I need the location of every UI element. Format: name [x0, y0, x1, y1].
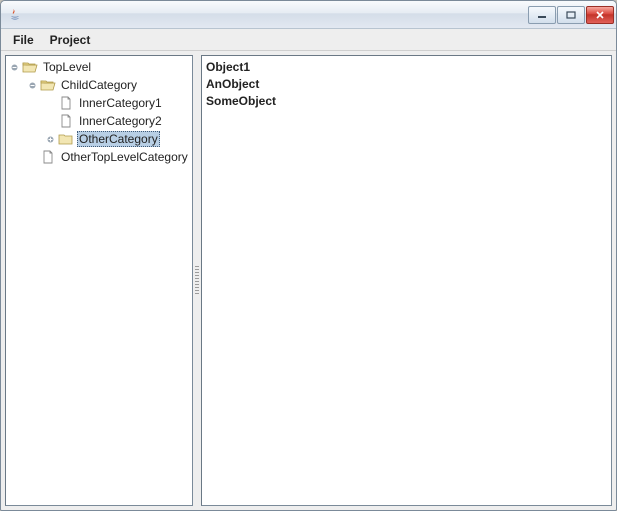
toggle-spacer: [44, 115, 56, 127]
tree-node[interactable]: ChildCategory: [8, 76, 190, 94]
tree-node-label[interactable]: OtherTopLevelCategory: [59, 149, 190, 165]
tree-node[interactable]: OtherCategory: [8, 130, 190, 148]
list-item[interactable]: SomeObject: [206, 92, 607, 109]
titlebar[interactable]: [1, 1, 616, 29]
tree-node[interactable]: InnerCategory1: [8, 94, 190, 112]
window-controls: [527, 6, 614, 24]
list-item[interactable]: Object1: [206, 58, 607, 75]
tree-node-label[interactable]: TopLevel: [41, 59, 93, 75]
splitter[interactable]: [193, 55, 201, 506]
tree: TopLevel ChildCategory InnerCategory1 Inner…: [6, 56, 192, 168]
tree-node-label[interactable]: InnerCategory2: [77, 113, 164, 129]
toggle-spacer: [44, 97, 56, 109]
file-icon: [58, 95, 74, 111]
tree-panel[interactable]: TopLevel ChildCategory InnerCategory1 Inner…: [5, 55, 193, 506]
tree-node[interactable]: OtherTopLevelCategory: [8, 148, 190, 166]
java-icon: [7, 7, 23, 23]
folder-open-icon: [22, 59, 38, 75]
folder-closed-icon: [58, 131, 74, 147]
tree-node[interactable]: TopLevel: [8, 58, 190, 76]
list: Object1AnObjectSomeObject: [202, 56, 611, 111]
file-icon: [40, 149, 56, 165]
close-icon: [595, 11, 605, 19]
expand-icon[interactable]: [44, 133, 56, 145]
menu-project[interactable]: Project: [42, 31, 99, 49]
content-area: TopLevel ChildCategory InnerCategory1 Inner…: [1, 51, 616, 510]
tree-node-label[interactable]: OtherCategory: [77, 131, 160, 147]
list-panel[interactable]: Object1AnObjectSomeObject: [201, 55, 612, 506]
minimize-button[interactable]: [528, 6, 556, 24]
collapse-icon[interactable]: [8, 61, 20, 73]
menubar: File Project: [1, 29, 616, 51]
file-icon: [58, 113, 74, 129]
folder-open-icon: [40, 77, 56, 93]
maximize-icon: [566, 11, 576, 19]
maximize-button[interactable]: [557, 6, 585, 24]
app-window: File Project TopLevel ChildCategory InnerC…: [0, 0, 617, 511]
close-button[interactable]: [586, 6, 614, 24]
tree-node-label[interactable]: ChildCategory: [59, 77, 139, 93]
splitter-grip-icon: [195, 266, 199, 296]
minimize-icon: [537, 11, 547, 19]
tree-node[interactable]: InnerCategory2: [8, 112, 190, 130]
tree-node-label[interactable]: InnerCategory1: [77, 95, 164, 111]
list-item[interactable]: AnObject: [206, 75, 607, 92]
collapse-icon[interactable]: [26, 79, 38, 91]
menu-file[interactable]: File: [5, 31, 42, 49]
toggle-spacer: [26, 151, 38, 163]
